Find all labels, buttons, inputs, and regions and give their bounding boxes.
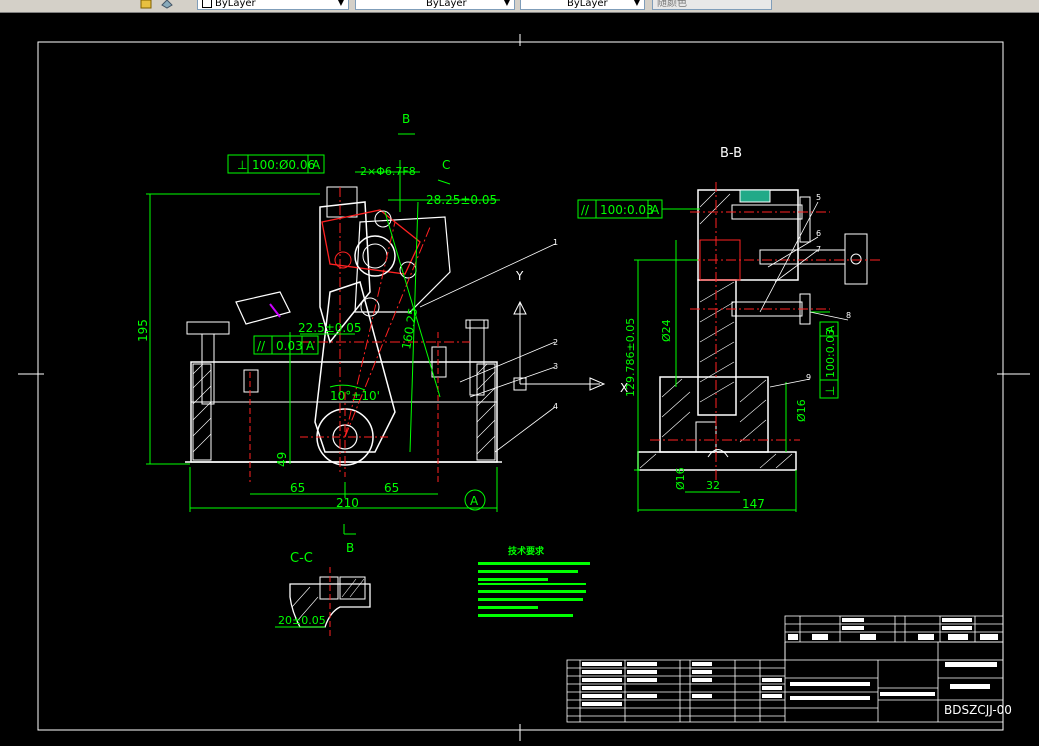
linetype-combo[interactable]: ByLayer ▼	[355, 0, 515, 10]
tech-title: 技术要求	[508, 545, 545, 557]
handle-mark	[269, 303, 281, 318]
dim-49: 49	[275, 452, 289, 467]
svg-text:⊥: ⊥	[237, 158, 247, 172]
tol-parallel-1: 0.03	[276, 339, 303, 353]
color-swatch-icon	[202, 0, 212, 8]
pivot-hole	[362, 243, 388, 269]
lineweight-combo[interactable]: ByLayer ▼	[520, 0, 645, 10]
linetype-combo-value: ByLayer	[426, 0, 467, 9]
dim-16b: Ø16	[674, 467, 687, 490]
layer-combo[interactable]: ByLayer ▼	[197, 0, 349, 10]
svg-text://: //	[581, 203, 590, 217]
datum-a: A	[470, 494, 479, 508]
right-screw-head	[465, 319, 489, 329]
tol-parallel-1-ref: A	[306, 339, 315, 353]
drawing-canvas[interactable]: ⊥ 100:Ø0.06 A // 0.03 A 2×Φ6.7F8 28.25±0…	[0, 12, 1039, 741]
bb-bushing	[695, 421, 717, 453]
top-stud	[326, 186, 358, 218]
dim-16025: 160.25	[399, 307, 420, 351]
section-bb-title: B-B	[720, 146, 742, 161]
lineweight-combo-value: ByLayer	[567, 0, 608, 9]
dim-2825: 28.25±0.05	[426, 193, 497, 207]
cad-drawing: ⊥ 100:Ø0.06 A // 0.03 A 2×Φ6.7F8 28.25±0…	[18, 34, 1030, 741]
left-knob	[186, 321, 230, 335]
layer-previous-icon[interactable]	[160, 0, 174, 9]
layer-state-icon[interactable]	[140, 0, 154, 9]
label-b-bottom: B	[346, 541, 354, 555]
label-b-top: B	[402, 112, 410, 126]
section-cc-title: C-C	[290, 551, 313, 566]
leader-1: 1	[553, 238, 558, 247]
bb-column	[697, 279, 737, 416]
section-cc-view: C-C B 20±0.05	[275, 524, 371, 637]
cc-pin	[319, 576, 339, 600]
bb-foot	[637, 451, 797, 471]
leader-8: 8	[846, 311, 851, 320]
tol-perp-2: 100:0.03	[824, 329, 837, 378]
svg-text://: //	[257, 339, 266, 353]
tol-perp-1: 100:Ø0.06	[252, 158, 315, 172]
chevron-down-icon[interactable]: ▼	[501, 0, 513, 9]
leader-9: 9	[806, 373, 811, 382]
leader-7: 7	[816, 245, 821, 254]
plotstyle-combo-value: 随颜色	[657, 0, 687, 9]
bb-top-block	[697, 189, 799, 281]
tol-parallel-2-ref: A	[651, 203, 660, 217]
leader-6: 6	[816, 229, 821, 238]
chevron-down-icon[interactable]: ▼	[335, 0, 347, 9]
cc-block	[339, 576, 366, 600]
dim-24: Ø24	[660, 319, 673, 342]
layer-combo-value: ByLayer	[215, 0, 256, 9]
dim-195: 195	[136, 319, 150, 342]
dim-16a: Ø16	[795, 399, 808, 422]
dim-32: 32	[706, 479, 720, 492]
tol-perp-2-ref: A	[824, 325, 837, 333]
tech-requirements: 技术要求	[478, 545, 590, 617]
dim-angle: 10°±10'	[330, 389, 380, 403]
chevron-down-icon[interactable]: ▼	[631, 0, 643, 9]
dim-65b: 65	[384, 481, 399, 495]
front-view: ⊥ 100:Ø0.06 A // 0.03 A 2×Φ6.7F8 28.25±0…	[136, 112, 628, 512]
leader-4: 4	[553, 402, 558, 411]
leader-5: 5	[816, 193, 821, 202]
handle	[235, 291, 291, 325]
tol-perp-1-ref: A	[312, 158, 321, 172]
leader-2: 2	[553, 338, 558, 347]
dim-holes: 2×Φ6.7F8	[360, 165, 416, 178]
dim-210: 210	[336, 496, 359, 510]
title-block-text	[582, 618, 998, 706]
bb-cap	[739, 189, 771, 203]
drawing-number: BDSZCJJ-00	[944, 703, 1012, 717]
tol-parallel-2: 100:0.03	[600, 203, 654, 217]
dim-65a: 65	[290, 481, 305, 495]
bb-knob	[844, 233, 868, 285]
section-bb-view: B-B // 100:0.03 A ⊥ 100:0.03 A Ø24 129.7…	[577, 146, 880, 512]
dim-20: 20±0.05	[278, 614, 326, 627]
base-outline	[190, 361, 498, 463]
dim-225: 22.5±0.05	[298, 321, 362, 335]
svg-text:⊥: ⊥	[823, 386, 837, 396]
plotstyle-combo[interactable]: 随颜色	[652, 0, 772, 10]
dim-129: 129.786±0.05	[624, 318, 637, 397]
locating-pin	[243, 369, 259, 393]
label-c-top: C	[442, 158, 450, 172]
bb-pin	[707, 449, 729, 458]
title-block	[566, 615, 1004, 723]
dim-147: 147	[742, 497, 765, 511]
base-right-wall	[476, 363, 496, 461]
leader-3: 3	[553, 362, 558, 371]
axis-y: Y	[515, 269, 524, 283]
